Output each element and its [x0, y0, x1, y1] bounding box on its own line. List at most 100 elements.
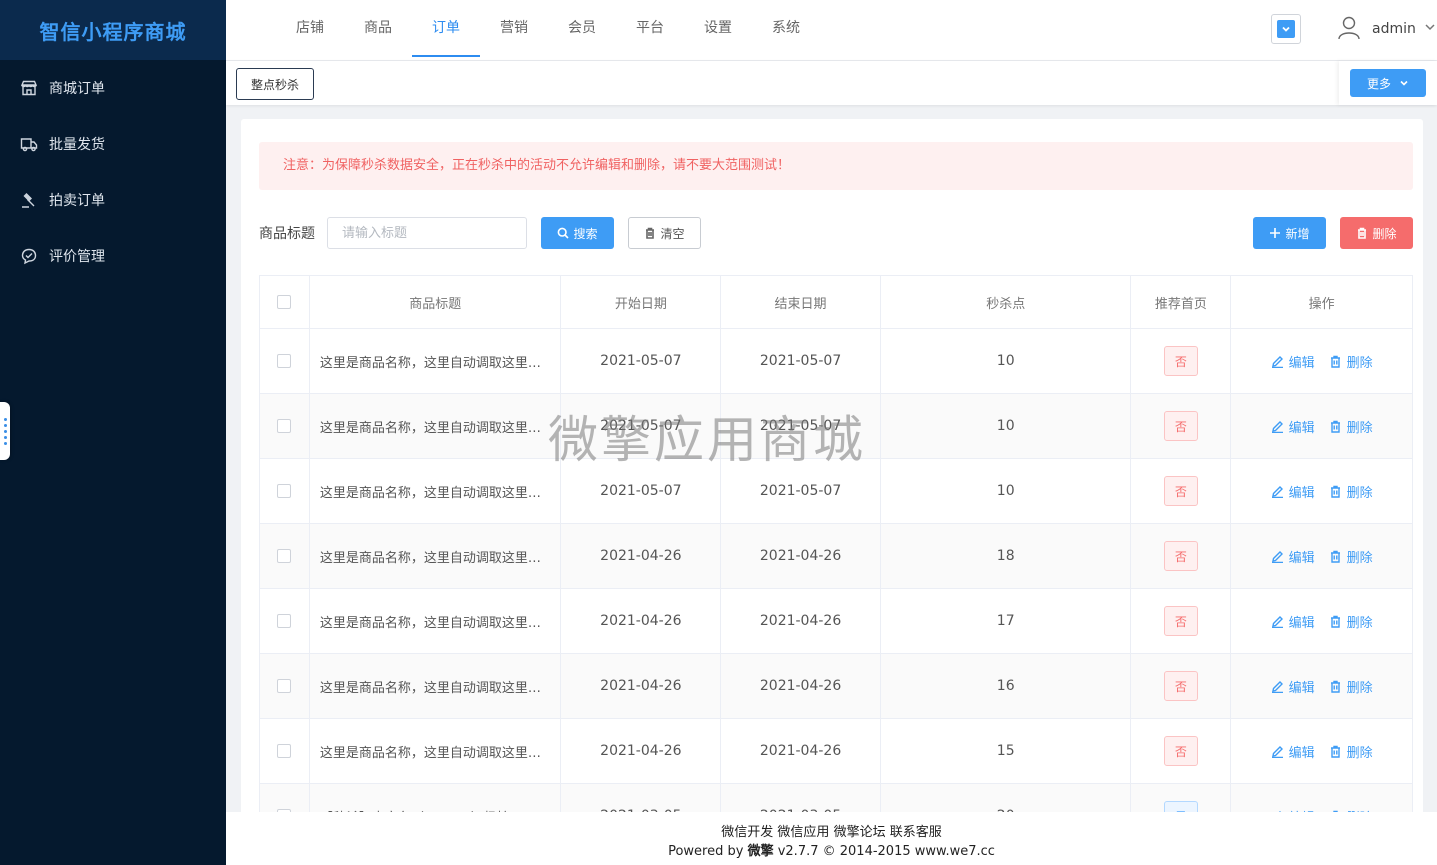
- table-row: 这里是商品名称，这里自动调取这里是商品名称 2021-04-26 2021-04…: [260, 524, 1412, 589]
- end-date: 2021-05-07: [721, 329, 881, 393]
- nav-tab-3[interactable]: 营销: [480, 0, 548, 57]
- product-title: 这里是商品名称，这里自动调取这里是商品名称: [319, 745, 548, 761]
- powered-suffix: v2.7.7 © 2014-2015 www.we7.cc: [777, 844, 995, 859]
- sidebar-item-label: 批量发货: [49, 137, 105, 153]
- nav-tab-4[interactable]: 会员: [548, 0, 616, 57]
- user-menu[interactable]: admin: [1336, 14, 1436, 44]
- row-checkbox[interactable]: [277, 679, 292, 693]
- row-select-cell: [260, 459, 310, 523]
- row-checkbox[interactable]: [277, 744, 292, 758]
- nav-tab-5[interactable]: 平台: [616, 0, 684, 57]
- edit-label: 编辑: [1288, 615, 1315, 631]
- product-title-cell: 这里是商品名称，这里自动调取这里是商品名称: [310, 394, 562, 458]
- footer-link[interactable]: 微信应用: [777, 825, 829, 840]
- recommend-badge: 否: [1163, 736, 1198, 766]
- edit-label: 编辑: [1288, 420, 1315, 436]
- bulk-delete-button[interactable]: 删除: [1340, 217, 1413, 249]
- floating-handle[interactable]: [0, 402, 10, 460]
- product-title-cell: 这里是商品名称，这里自动调取这里是商品名称: [310, 524, 562, 588]
- footer-link[interactable]: 联系客服: [890, 825, 942, 840]
- nav-dropdown-toggle[interactable]: [1271, 14, 1301, 44]
- row-checkbox[interactable]: [277, 419, 292, 433]
- sidebar-item-1[interactable]: 批量发货: [0, 116, 226, 172]
- recommend-badge: 否: [1163, 411, 1198, 441]
- sidebar-item-label: 拍卖订单: [49, 193, 105, 209]
- delete-link[interactable]: 删除: [1329, 417, 1373, 436]
- tab-flash-sale[interactable]: 整点秒杀: [236, 68, 314, 100]
- edit-link[interactable]: 编辑: [1271, 352, 1315, 371]
- edit-link[interactable]: 编辑: [1271, 677, 1315, 696]
- row-checkbox[interactable]: [277, 354, 292, 368]
- row-select-cell: [260, 524, 310, 588]
- edit-link[interactable]: 编辑: [1271, 612, 1315, 631]
- add-button[interactable]: 新增: [1253, 217, 1326, 249]
- recommend-badge: 否: [1163, 476, 1198, 506]
- delete-link[interactable]: 删除: [1329, 352, 1373, 371]
- search-icon: [558, 227, 570, 239]
- sidebar-item-2[interactable]: 拍卖订单: [0, 172, 226, 228]
- header-recommend: 推荐首页: [1131, 276, 1232, 328]
- flash-sale-table: 商品标题 开始日期 结束日期 秒杀点 推荐首页 操作 这里是商品名称，这里自动调…: [259, 275, 1413, 819]
- delete-link[interactable]: 删除: [1329, 547, 1373, 566]
- edit-link[interactable]: 编辑: [1271, 417, 1315, 436]
- nav-tab-2[interactable]: 订单: [412, 0, 480, 57]
- actions-cell: 编辑 删除: [1231, 394, 1412, 458]
- search-button[interactable]: 搜索: [541, 217, 614, 249]
- nav-tab-1[interactable]: 商品: [344, 0, 412, 57]
- trash-icon: [1330, 680, 1340, 693]
- row-checkbox[interactable]: [277, 614, 292, 628]
- product-title: 这里是商品名称，这里自动调取这里是商品名称: [319, 615, 548, 631]
- recommend-cell: 否: [1131, 394, 1232, 458]
- brand-title[interactable]: 智信小程序商城: [0, 0, 226, 60]
- edit-icon: [1271, 680, 1283, 693]
- delete-label: 删除: [1346, 420, 1373, 436]
- end-date: 2021-04-26: [721, 589, 881, 653]
- end-date: 2021-04-26: [721, 654, 881, 718]
- header-point: 秒杀点: [881, 276, 1132, 328]
- product-title: 这里是商品名称，这里自动调取这里是商品名称: [319, 485, 548, 501]
- footer-link[interactable]: 微信开发: [721, 825, 773, 840]
- edit-link[interactable]: 编辑: [1271, 547, 1315, 566]
- flash-point: 18: [881, 524, 1132, 588]
- warning-notice: 注意：为保障秒杀数据安全，正在秒杀中的活动不允许编辑和删除，请不要大范围测试！: [259, 142, 1413, 190]
- delete-link[interactable]: 删除: [1329, 612, 1373, 631]
- edit-link[interactable]: 编辑: [1271, 742, 1315, 761]
- sidebar-item-label: 评价管理: [49, 249, 105, 265]
- flash-point: 10: [881, 394, 1132, 458]
- delete-label: 删除: [1346, 355, 1373, 371]
- trash-icon: [1330, 745, 1340, 758]
- start-date: 2021-04-26: [561, 654, 722, 718]
- row-select-cell: [260, 394, 310, 458]
- product-title-cell: 这里是商品名称，这里自动调取这里是商品名称: [310, 459, 562, 523]
- truck-icon: [20, 135, 38, 153]
- nav-tab-0[interactable]: 店铺: [276, 0, 344, 57]
- edit-link[interactable]: 编辑: [1271, 482, 1315, 501]
- select-all-checkbox[interactable]: [277, 295, 292, 309]
- product-title-cell: 这里是商品名称，这里自动调取这里是商品名称: [310, 329, 562, 393]
- delete-label: 删除: [1346, 680, 1373, 696]
- clear-label: 清空: [660, 226, 685, 241]
- sidebar-menu: 商城订单批量发货拍卖订单评价管理: [0, 60, 226, 284]
- nav-tab-7[interactable]: 系统: [752, 0, 820, 57]
- more-button[interactable]: 更多: [1350, 69, 1426, 97]
- trash-icon: [1330, 485, 1340, 498]
- row-checkbox[interactable]: [277, 484, 292, 498]
- clear-button[interactable]: 清空: [628, 217, 701, 249]
- trash-icon: [1330, 615, 1340, 628]
- delete-link[interactable]: 删除: [1329, 742, 1373, 761]
- delete-link[interactable]: 删除: [1329, 677, 1373, 696]
- sidebar-item-3[interactable]: 评价管理: [0, 228, 226, 284]
- delete-link[interactable]: 删除: [1329, 482, 1373, 501]
- footer-link[interactable]: 微擎论坛: [834, 825, 886, 840]
- end-date: 2021-04-26: [721, 719, 881, 783]
- add-label: 新增: [1285, 226, 1310, 241]
- actions-cell: 编辑 删除: [1231, 589, 1412, 653]
- review-icon: [20, 247, 38, 265]
- title-search-input[interactable]: [327, 217, 527, 249]
- top-nav-items: 店铺 商品 订单 营销 会员 平台 设置 系统: [276, 0, 820, 61]
- nav-tab-6[interactable]: 设置: [684, 0, 752, 57]
- sidebar-item-0[interactable]: 商城订单: [0, 60, 226, 116]
- row-checkbox[interactable]: [277, 549, 292, 563]
- more-wrap: 更多: [1339, 61, 1437, 105]
- product-title: 这里是商品名称，这里自动调取这里是商品名称: [319, 680, 548, 696]
